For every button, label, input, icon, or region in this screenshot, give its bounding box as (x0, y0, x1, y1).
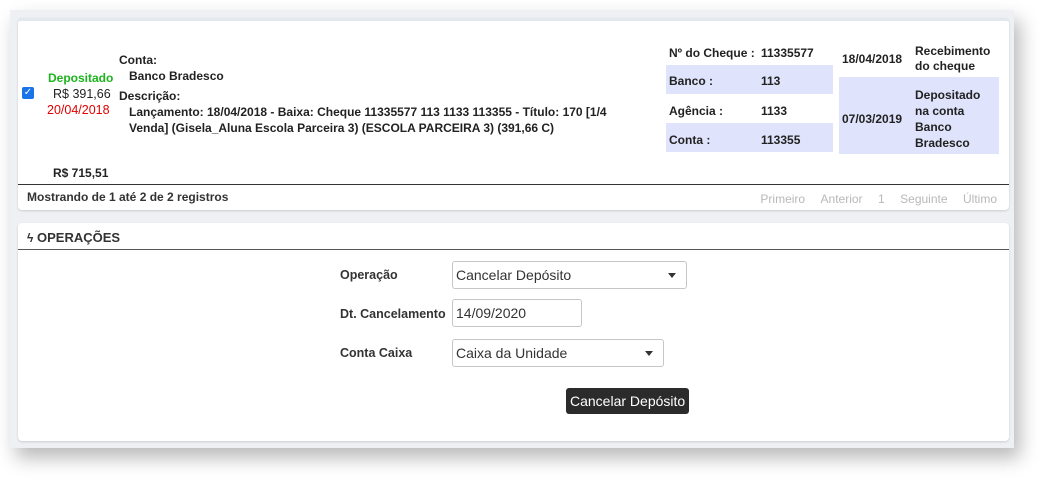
operacao-select[interactable]: Cancelar Depósito (452, 261, 687, 289)
descricao-label: Descrição: (119, 89, 181, 103)
cheque-numero-value: 11335577 (761, 46, 814, 60)
status-label: Depositado (48, 71, 114, 85)
total-value: R$ 715,51 (53, 166, 109, 180)
operacao-selected: Cancelar Depósito (456, 267, 572, 283)
cheque-banco-value: 113 (761, 74, 781, 88)
pager-page-1[interactable]: 1 (878, 192, 885, 206)
pager-last[interactable]: Último (963, 192, 997, 206)
cancelar-deposito-button[interactable]: Cancelar Depósito (566, 388, 690, 414)
conta-caixa-select[interactable]: Caixa da Unidade (452, 339, 664, 367)
records-count: Mostrando de 1 até 2 de 2 registros (27, 190, 229, 204)
bolt-icon: ϟ (27, 231, 34, 245)
chevron-down-icon (668, 273, 676, 278)
amount-value: R$ 391,66 (53, 87, 111, 101)
cheque-agencia-value: 1133 (761, 104, 788, 118)
dt-cancelamento-label: Dt. Cancelamento (340, 307, 446, 321)
cheque-conta-value: 113355 (761, 133, 801, 147)
cheque-agencia-label: Agência : (669, 104, 724, 118)
cheque-numero-label: Nº do Cheque : (669, 46, 755, 60)
pager-prev[interactable]: Anterior (821, 192, 863, 206)
operations-title-text: OPERAÇÕES (36, 230, 121, 245)
cheque-conta-row: Conta : 113355 (666, 123, 833, 152)
operations-title: ϟ OPERAÇÕES (27, 230, 120, 245)
history-date: 07/03/2019 (842, 112, 903, 126)
conta-label: Conta: (119, 53, 157, 67)
cheque-banco-row: Banco : 113 (666, 65, 833, 94)
history-date: 18/04/2018 (842, 52, 903, 66)
history-row: 18/04/2018 Recebimento do cheque (839, 40, 999, 78)
operations-panel: ϟ OPERAÇÕES Operação Cancelar Depósito D… (18, 223, 1009, 441)
chevron-down-icon (645, 351, 653, 356)
cheque-banco-label: Banco : (669, 74, 714, 88)
record-checkbox[interactable]: ✓ (22, 87, 34, 99)
history-event: Depositado na conta Banco Bradesco (915, 88, 981, 150)
conta-caixa-selected: Caixa da Unidade (456, 345, 568, 361)
cheque-agencia-row: Agência : 1133 (666, 94, 833, 123)
history-row: 07/03/2019 Depositado na conta Banco Bra… (839, 77, 999, 154)
pager-next[interactable]: Seguinte (900, 192, 947, 206)
cheque-conta-label: Conta : (669, 133, 711, 147)
descricao-line2: Venda] (Gisela_Aluna Escola Parceira 3) … (129, 121, 555, 135)
record-date: 20/04/2018 (47, 103, 110, 117)
descricao-line1: Lançamento: 18/04/2018 - Baixa: Cheque 1… (129, 105, 607, 119)
table-divider (18, 184, 1009, 185)
conta-value: Banco Bradesco (129, 69, 224, 83)
conta-caixa-label: Conta Caixa (340, 346, 413, 360)
dt-cancelamento-input[interactable]: 14/09/2020 (452, 299, 582, 327)
operacao-label: Operação (340, 268, 398, 282)
operations-header: ϟ OPERAÇÕES (18, 223, 1009, 250)
pagination: Primeiro Anterior 1 Seguinte Último (749, 190, 997, 208)
history-event: Recebimento do cheque (915, 44, 991, 73)
pager-first[interactable]: Primeiro (760, 192, 805, 206)
records-panel: ✓ Depositado R$ 391,66 20/04/2018 Conta:… (18, 18, 1009, 210)
